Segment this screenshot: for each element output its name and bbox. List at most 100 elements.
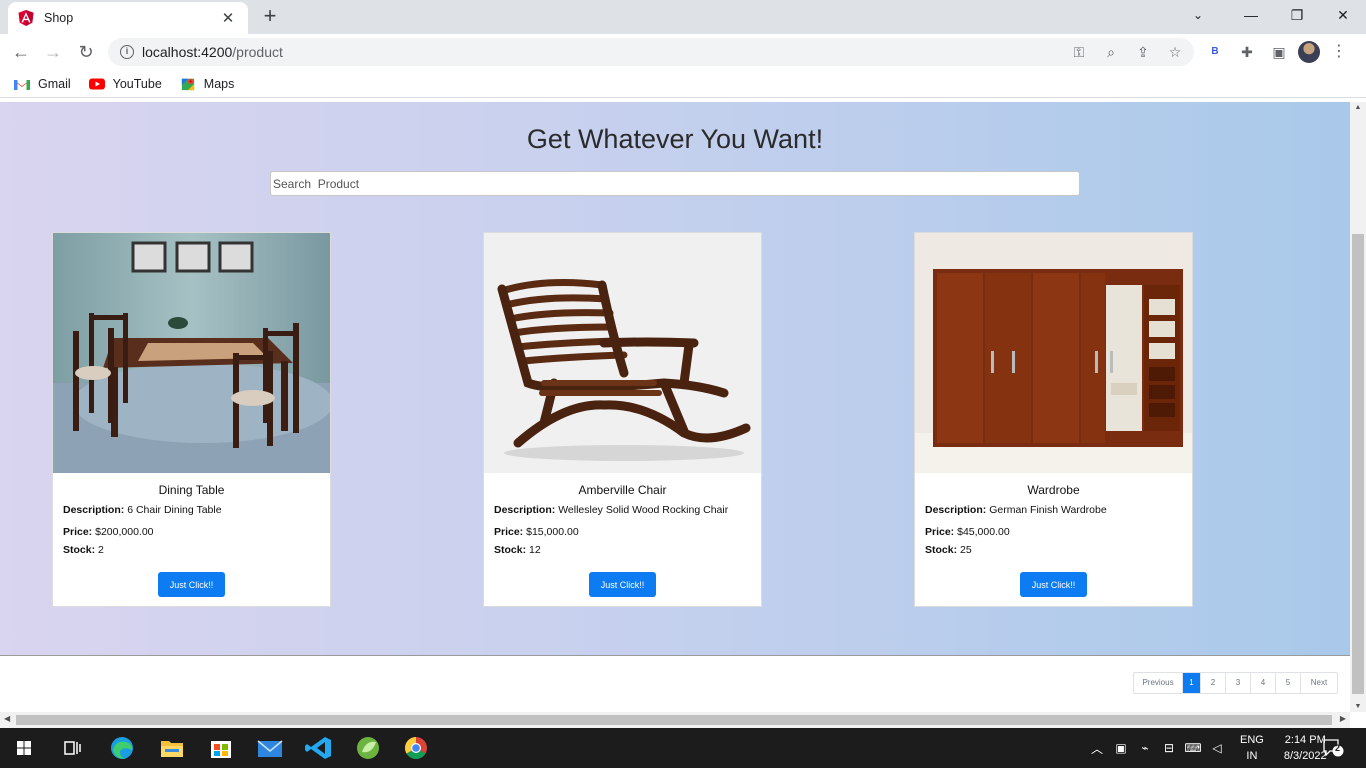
page-viewport: Get Whatever You Want! Search Product Di…: [0, 102, 1350, 712]
zoom-icon[interactable]: ⌕: [1098, 41, 1124, 63]
minimize-icon[interactable]: —: [1228, 0, 1274, 30]
url-text[interactable]: localhost:4200/product: [142, 44, 1066, 60]
forward-arrow-icon[interactable]: →: [40, 40, 66, 64]
chrome-taskbar-icon[interactable]: [396, 732, 436, 764]
stock-label: Stock:: [63, 544, 96, 556]
windows-start-icon[interactable]: [4, 732, 44, 764]
horizontal-scrollbar[interactable]: ◀ ▶: [0, 712, 1350, 728]
network-icon[interactable]: ⊟: [1160, 741, 1178, 755]
new-tab-button[interactable]: +: [258, 5, 282, 29]
clock-time: 2:14 PM: [1284, 734, 1326, 746]
description-value: Wellesley Solid Wood Rocking Chair: [558, 504, 729, 516]
language-indicator[interactable]: ENG IN: [1240, 732, 1264, 764]
product-card-dining-table: Dining Table Description: 6 Chair Dining…: [52, 232, 331, 607]
pagination: Previous 1 2 3 4 5 Next: [1133, 672, 1338, 694]
pagination-page-3[interactable]: 3: [1226, 673, 1251, 693]
edge-browser-icon[interactable]: [102, 732, 142, 764]
extension-b-icon[interactable]: B: [1202, 40, 1228, 64]
vertical-scrollbar[interactable]: ▲ ▼: [1350, 102, 1366, 712]
pagination-previous[interactable]: Previous: [1134, 673, 1183, 693]
search-input[interactable]: [270, 171, 1080, 196]
stock-label: Stock:: [925, 544, 958, 556]
bookmarks-bar: Gmail YouTube Maps: [0, 70, 1366, 98]
spring-tool-suite-icon[interactable]: [348, 732, 388, 764]
just-click-button[interactable]: Just Click!!: [1020, 572, 1087, 597]
scroll-up-arrow-icon[interactable]: ▲: [1350, 104, 1366, 111]
dining-table-image: [53, 233, 330, 473]
notification-bubble-icon: [1323, 739, 1344, 757]
description-value: German Finish Wardrobe: [989, 504, 1107, 516]
profile-avatar[interactable]: [1298, 41, 1320, 63]
description-value: 6 Chair Dining Table: [127, 504, 222, 516]
clock-date: 8/3/2022: [1283, 750, 1327, 762]
scroll-down-arrow-icon[interactable]: ▼: [1350, 703, 1366, 710]
notification-count: 2: [1335, 743, 1341, 753]
microsoft-store-icon[interactable]: [201, 732, 241, 764]
price-label: Price:: [63, 526, 93, 538]
product-name: Amberville Chair: [578, 483, 667, 497]
extensions-puzzle-icon[interactable]: ✚: [1234, 40, 1260, 64]
product-image: [484, 233, 761, 473]
bookmark-youtube[interactable]: YouTube: [88, 76, 162, 91]
site-info-icon[interactable]: i: [120, 45, 134, 59]
price-label: Price:: [494, 526, 524, 538]
description-label: Description:: [494, 504, 556, 516]
pagination-page-1[interactable]: 1: [1183, 673, 1201, 693]
product-name: Wardrobe: [1027, 483, 1080, 497]
side-panel-icon[interactable]: ▣: [1266, 40, 1292, 64]
bookmark-star-icon[interactable]: ☆: [1162, 41, 1188, 63]
description-label: Description:: [63, 504, 125, 516]
stock-value: 12: [529, 544, 541, 556]
task-view-icon[interactable]: [52, 732, 92, 764]
restore-icon[interactable]: ❐: [1274, 0, 1320, 30]
clock[interactable]: 2:14 PM 8/3/2022: [1284, 732, 1327, 764]
share-icon[interactable]: ⇪: [1130, 41, 1156, 63]
product-card-wardrobe: Wardrobe Description: German Finish Ward…: [914, 232, 1193, 607]
bookmark-label: YouTube: [112, 76, 162, 91]
notification-center-icon[interactable]: 2: [1322, 738, 1344, 758]
browser-tab-strip: Shop ✕ + ⌄ — ❐ ✕: [0, 0, 1366, 34]
key-icon[interactable]: ⚿: [1066, 41, 1092, 63]
tab-close-icon[interactable]: ✕: [218, 9, 238, 27]
pagination-next[interactable]: Next: [1301, 673, 1337, 693]
scroll-right-arrow-icon[interactable]: ▶: [1340, 714, 1346, 723]
product-name: Dining Table: [158, 483, 225, 497]
file-explorer-icon[interactable]: [152, 732, 192, 764]
back-arrow-icon[interactable]: ←: [8, 40, 34, 64]
address-bar[interactable]: i localhost:4200/product ⚿ ⌕ ⇪ ☆: [108, 38, 1194, 66]
meet-now-icon[interactable]: ▣: [1112, 741, 1130, 755]
horizontal-scroll-thumb[interactable]: [16, 715, 1332, 725]
pagination-page-5[interactable]: 5: [1276, 673, 1301, 693]
just-click-button[interactable]: Just Click!!: [158, 572, 225, 597]
show-hidden-icons-chevron-icon[interactable]: ︿: [1088, 740, 1106, 757]
price-value: $15,000.00: [526, 526, 579, 538]
bookmark-gmail[interactable]: Gmail: [14, 77, 71, 91]
browser-tab-shop[interactable]: Shop ✕: [8, 2, 248, 34]
windows-taskbar: ︿ ▣ ⌁ ⊟ ⌨ ◁ ENG IN 2:14 PM 8/3/2022 2: [0, 728, 1366, 768]
extension-area: B ✚ ▣ ⋮: [1202, 40, 1352, 64]
mail-icon[interactable]: [250, 732, 290, 764]
page-title: Get Whatever You Want!: [526, 124, 824, 154]
bookmark-maps[interactable]: Maps: [180, 77, 234, 91]
pagination-page-2[interactable]: 2: [1201, 673, 1226, 693]
pagination-page-4[interactable]: 4: [1251, 673, 1276, 693]
stock-value: 25: [960, 544, 972, 556]
scroll-left-arrow-icon[interactable]: ◀: [4, 714, 10, 723]
vscode-icon[interactable]: [299, 732, 339, 764]
just-click-button[interactable]: Just Click!!: [589, 572, 656, 597]
volume-icon[interactable]: ◁: [1208, 741, 1226, 755]
vertical-scroll-thumb[interactable]: [1352, 234, 1364, 694]
menu-dots-icon[interactable]: ⋮: [1326, 40, 1352, 64]
product-image: [915, 233, 1192, 473]
product-description: Description: Wellesley Solid Wood Rockin…: [484, 504, 761, 516]
product-image: [53, 233, 330, 473]
youtube-icon: [88, 78, 105, 89]
reload-icon[interactable]: ↻: [73, 40, 99, 64]
power-icon[interactable]: ⌁: [1136, 741, 1154, 755]
window-close-icon[interactable]: ✕: [1320, 0, 1366, 30]
tab-search-chevron-icon[interactable]: ⌄: [1168, 0, 1228, 30]
keyboard-icon[interactable]: ⌨: [1184, 741, 1202, 755]
rocking-chair-image: [497, 279, 751, 461]
maps-icon: [181, 78, 194, 90]
browser-toolbar: ← → ↻ i localhost:4200/product ⚿ ⌕ ⇪ ☆ B…: [0, 34, 1366, 70]
